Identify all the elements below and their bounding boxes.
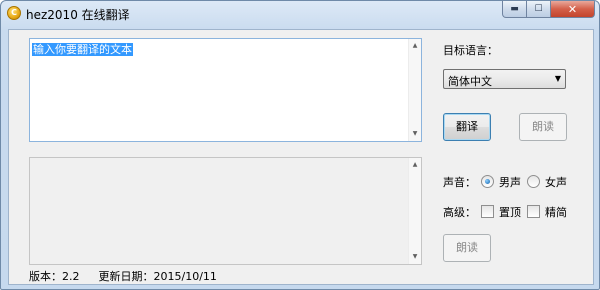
- close-button[interactable]: ✕: [551, 1, 595, 18]
- window-title: hez2010 在线翻译: [26, 8, 130, 22]
- target-language-select[interactable]: 简体中文 ▼: [443, 69, 566, 89]
- topmost-checkbox[interactable]: [481, 205, 494, 218]
- scroll-up-arrow-icon[interactable]: ▲: [409, 159, 421, 171]
- simplified-checkbox[interactable]: [527, 205, 540, 218]
- source-scrollbar[interactable]: ▲ ▼: [408, 39, 421, 141]
- read-aloud-output-button[interactable]: 朗读: [443, 234, 491, 262]
- maximize-button[interactable]: ☐: [527, 1, 551, 18]
- chevron-down-icon: ▼: [554, 74, 561, 83]
- source-text-selection: 输入你要翻译的文本: [32, 43, 133, 56]
- male-voice-radio[interactable]: [481, 175, 494, 188]
- status-bar: 版本：2.2 更新日期：2015/10/11: [29, 268, 217, 284]
- male-voice-label[interactable]: 男声: [499, 174, 521, 190]
- caption-buttons: ▬ ☐ ✕: [502, 1, 595, 19]
- translation-output[interactable]: ▲ ▼: [29, 157, 422, 265]
- voice-label: 声音：: [443, 176, 476, 189]
- scroll-down-arrow-icon[interactable]: ▼: [409, 251, 421, 263]
- female-voice-radio[interactable]: [527, 175, 540, 188]
- scroll-down-arrow-icon[interactable]: ▼: [409, 128, 421, 140]
- source-text-content: 输入你要翻译的文本: [32, 41, 133, 57]
- target-language-label: 目标语言：: [443, 44, 498, 57]
- title-bar[interactable]: C hez2010 在线翻译 ▬ ☐ ✕: [1, 1, 599, 27]
- source-text-input[interactable]: 输入你要翻译的文本 ▲ ▼: [29, 38, 422, 142]
- version-text: 版本：2.2: [29, 270, 80, 283]
- target-language-value: 简体中文: [448, 75, 492, 88]
- minimize-button[interactable]: ▬: [502, 1, 527, 18]
- scroll-up-arrow-icon[interactable]: ▲: [409, 40, 421, 52]
- advanced-label: 高级：: [443, 206, 476, 219]
- client-area: 输入你要翻译的文本 ▲ ▼ ▲ ▼ 目标语言： 简体中文 ▼ 翻译 朗读 声音：…: [8, 29, 594, 285]
- topmost-label[interactable]: 置顶: [499, 204, 521, 220]
- female-voice-label[interactable]: 女声: [545, 174, 567, 190]
- update-date-text: 更新日期：2015/10/11: [98, 270, 217, 283]
- translate-button[interactable]: 翻译: [443, 113, 491, 141]
- output-scrollbar[interactable]: ▲ ▼: [408, 158, 421, 264]
- simplified-label[interactable]: 精简: [545, 204, 567, 220]
- read-aloud-button[interactable]: 朗读: [519, 113, 567, 141]
- app-logo-icon: C: [7, 6, 21, 20]
- app-window: C hez2010 在线翻译 ▬ ☐ ✕ 输入你要翻译的文本 ▲ ▼ ▲ ▼ 目…: [0, 0, 600, 290]
